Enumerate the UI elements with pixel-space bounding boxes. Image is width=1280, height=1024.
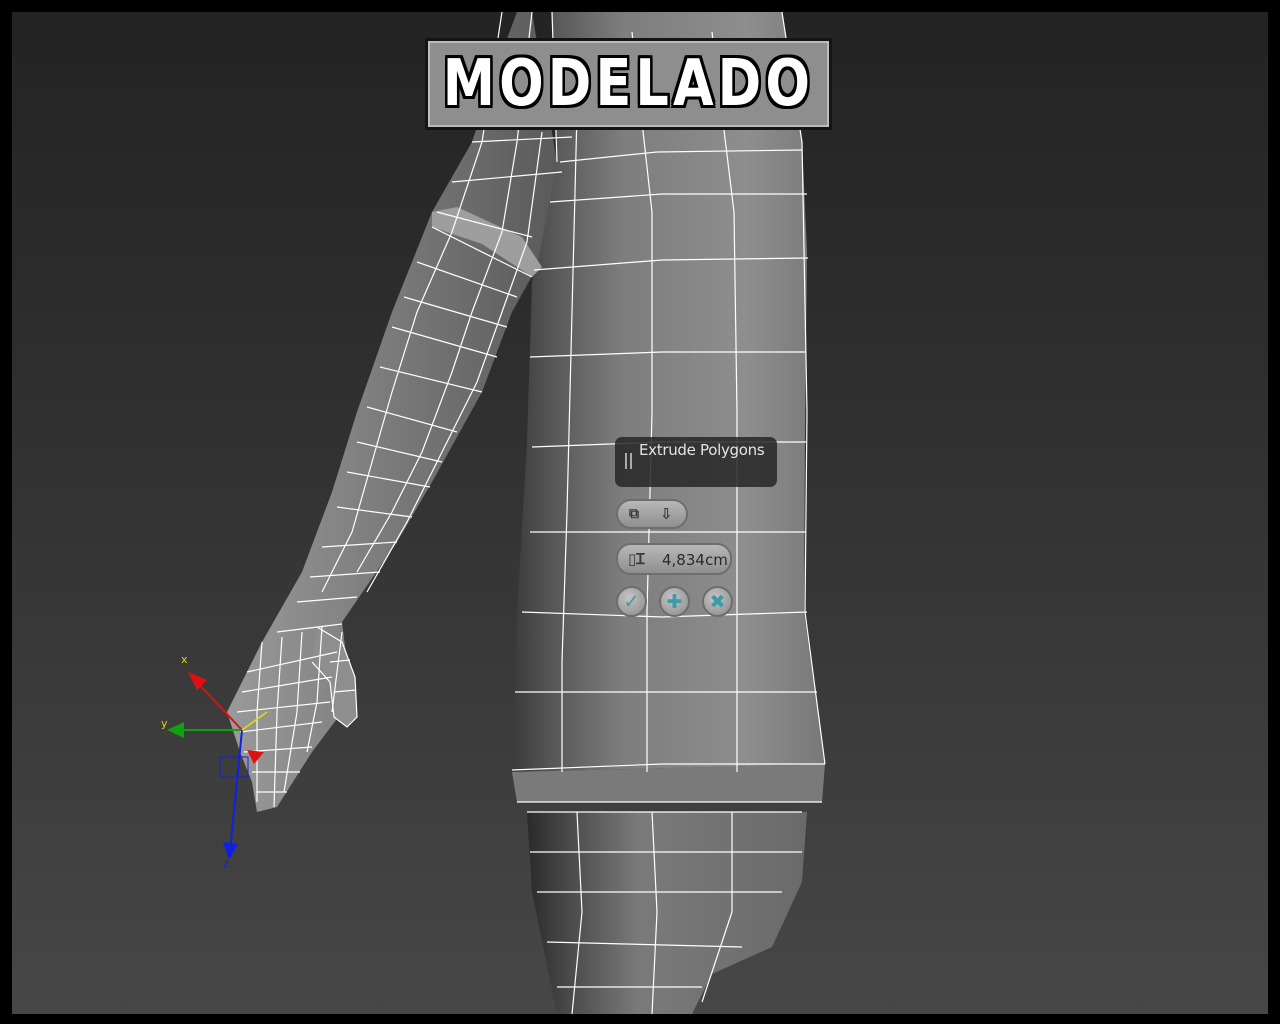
arm-mesh (227, 12, 557, 812)
height-icon: ▯Ɪ (628, 550, 645, 568)
height-spinner[interactable]: ▯Ɪ 4,834cm (616, 543, 732, 575)
caddy-title: Extrude Polygons (639, 441, 765, 459)
frame-border: x y z MODELADO Extrude Polygons ⧉ ⇩ ▯Ɪ 4… (0, 0, 1280, 1024)
gizmo-z-label: z (223, 857, 229, 870)
gizmo-y-label: y (161, 717, 168, 730)
title-banner: MODELADO (425, 38, 832, 130)
plus-icon: ✚ (666, 590, 683, 613)
page-title: MODELADO (442, 47, 815, 121)
x-icon: ✖ (709, 590, 726, 613)
apply-and-continue-button[interactable]: ✚ (659, 586, 690, 617)
ok-button[interactable]: ✓ (616, 586, 647, 617)
extrusion-type-dropdown[interactable]: ⧉ ⇩ (616, 499, 688, 529)
height-value[interactable]: 4,834cm (662, 551, 728, 569)
3d-viewport[interactable]: x y z MODELADO Extrude Polygons ⧉ ⇩ ▯Ɪ 4… (12, 12, 1268, 1014)
dropdown-arrow-icon[interactable]: ⇩ (660, 506, 673, 522)
drag-grip-icon[interactable] (625, 453, 632, 469)
extrusion-type-icon: ⧉ (629, 506, 639, 522)
cancel-button[interactable]: ✖ (702, 586, 733, 617)
leg-mesh (527, 812, 807, 1014)
check-icon: ✓ (623, 590, 640, 613)
extrude-caddy-header[interactable]: Extrude Polygons (615, 437, 777, 487)
gizmo-x-label: x (181, 653, 188, 666)
